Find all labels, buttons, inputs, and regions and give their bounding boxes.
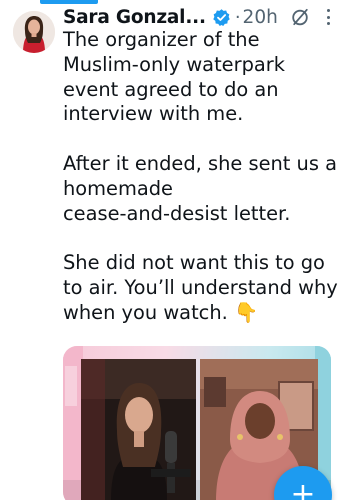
verified-badge-icon[interactable] (212, 8, 231, 27)
header-separator: · (234, 6, 241, 28)
timestamp[interactable]: 20h (243, 7, 278, 28)
more-options-icon[interactable] (326, 9, 330, 25)
avatar-image (13, 11, 55, 53)
tweet-header: Sara Gonzal... · 20h (63, 4, 338, 30)
host-figure (81, 359, 196, 500)
compose-plus-icon: + (290, 477, 316, 500)
avatar[interactable] (13, 11, 55, 53)
video-left-panel (81, 359, 196, 500)
author-name[interactable]: Sara Gonzal... (63, 7, 206, 28)
tweet-text: The organizer of the Muslim-only waterpa… (63, 28, 338, 324)
grok-icon[interactable] (290, 7, 310, 27)
